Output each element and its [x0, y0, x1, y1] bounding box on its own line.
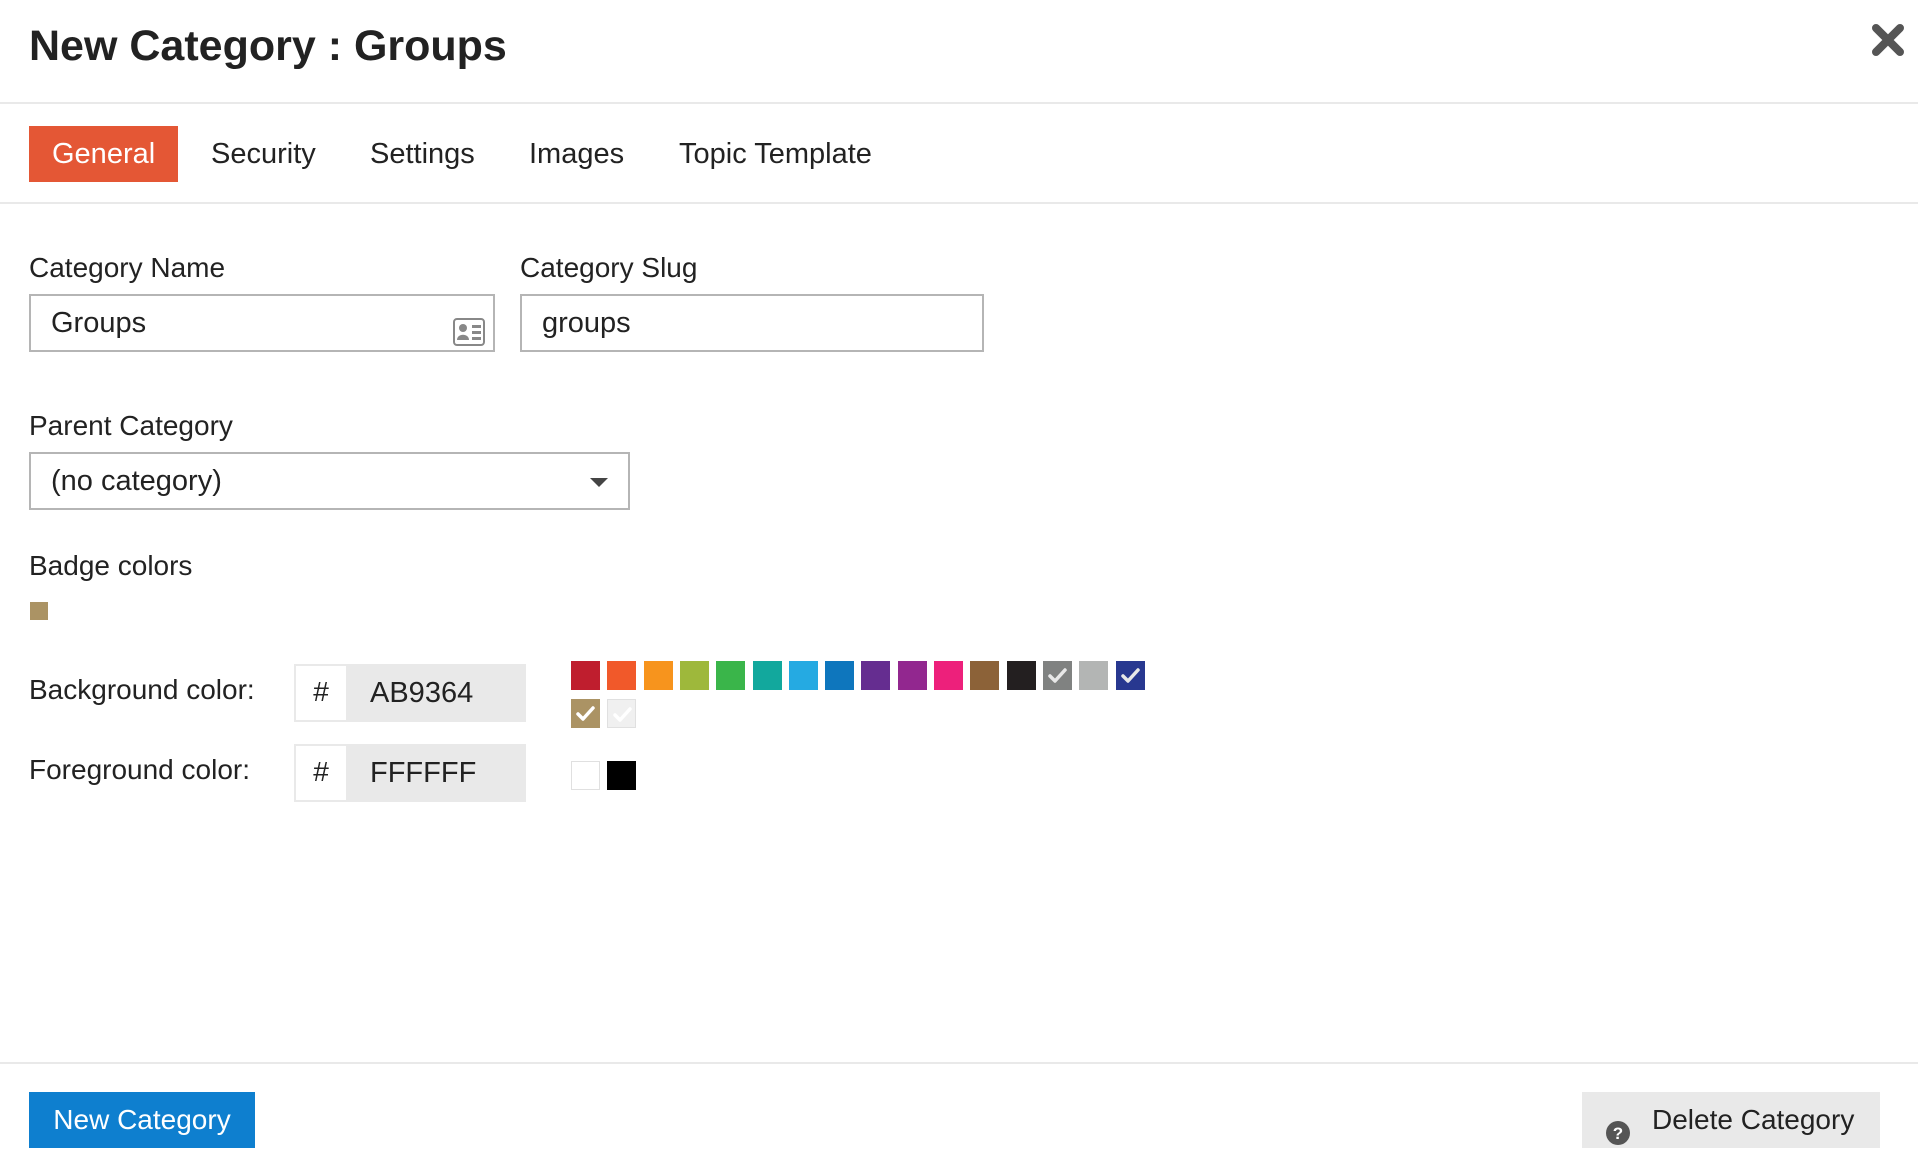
background-color-swatch[interactable]: [861, 661, 891, 690]
tab-images[interactable]: Images: [529, 126, 624, 182]
background-color-swatch[interactable]: [571, 699, 600, 728]
background-color-input[interactable]: AB9364: [348, 664, 526, 722]
modal-footer: New Category ? Delete Category: [0, 1062, 1918, 1174]
background-color-swatch[interactable]: [752, 661, 782, 690]
tab-topic-template[interactable]: Topic Template: [679, 126, 872, 182]
background-color-swatch[interactable]: [970, 661, 1000, 690]
delete-category-label: Delete Category: [1652, 1104, 1855, 1135]
background-color-swatch[interactable]: [1079, 661, 1109, 690]
category-name-value: Groups: [51, 307, 147, 339]
foreground-color-swatch[interactable]: [607, 761, 637, 790]
background-color-swatch[interactable]: [897, 661, 927, 690]
foreground-hash-prefix: #: [294, 744, 348, 802]
delete-category-button[interactable]: ? Delete Category: [1582, 1092, 1880, 1148]
background-color-swatch[interactable]: [1006, 661, 1036, 690]
caret-down-icon: [590, 478, 608, 487]
background-color-swatch[interactable]: [788, 661, 818, 690]
background-color-swatch[interactable]: [716, 661, 746, 690]
close-icon[interactable]: [1868, 20, 1908, 60]
contact-card-icon[interactable]: [453, 310, 485, 346]
badge-color-preview: [30, 602, 48, 620]
background-color-swatch[interactable]: [571, 661, 600, 690]
tab-bar: General Security Settings Images Topic T…: [0, 104, 1918, 204]
question-circle-icon: ?: [1606, 1108, 1630, 1145]
category-name-input[interactable]: Groups: [29, 294, 495, 352]
background-color-swatch[interactable]: [607, 699, 637, 728]
tab-settings[interactable]: Settings: [370, 126, 475, 182]
tab-security[interactable]: Security: [211, 126, 316, 182]
background-color-swatch[interactable]: [607, 661, 637, 690]
category-slug-input[interactable]: groups: [520, 294, 984, 352]
parent-category-select[interactable]: (no category): [29, 452, 630, 510]
background-color-swatch[interactable]: [679, 661, 709, 690]
background-color-swatch[interactable]: [1042, 661, 1072, 690]
background-color-swatch[interactable]: [934, 661, 963, 690]
background-hash-prefix: #: [294, 664, 348, 722]
background-color-swatch[interactable]: [825, 661, 855, 690]
svg-text:?: ?: [1613, 1124, 1623, 1143]
background-color-swatch[interactable]: [1115, 661, 1145, 690]
modal-header: New Category : Groups: [0, 0, 1918, 104]
parent-category-label: Parent Category: [29, 410, 233, 441]
modal-title: New Category : Groups: [29, 22, 507, 70]
category-slug-label: Category Slug: [520, 252, 698, 283]
new-category-modal: New Category : Groups General Security S…: [0, 0, 1918, 1174]
tab-general[interactable]: General: [29, 126, 179, 182]
foreground-color-swatch[interactable]: [571, 761, 600, 790]
parent-category-value: (no category): [51, 465, 222, 497]
foreground-color-input[interactable]: FFFFFF: [348, 744, 526, 802]
new-category-button[interactable]: New Category: [29, 1092, 255, 1148]
badge-colors-label: Badge colors: [29, 550, 193, 581]
background-color-swatch[interactable]: [643, 661, 673, 690]
foreground-color-label: Foreground color:: [29, 754, 251, 785]
category-name-label: Category Name: [29, 252, 226, 283]
category-slug-value: groups: [542, 307, 631, 339]
background-color-label: Background color:: [29, 674, 255, 705]
